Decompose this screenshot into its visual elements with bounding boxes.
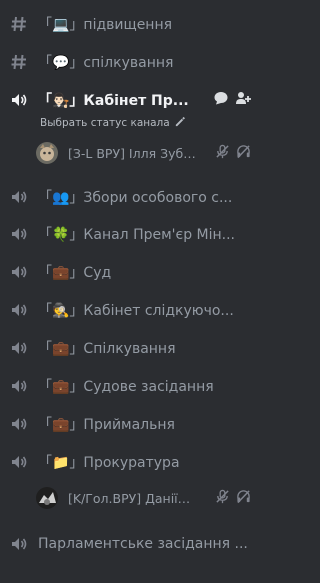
channel-label: Парламентське засідання ... — [38, 536, 248, 552]
channel-label: 「💼」Суд — [38, 265, 112, 281]
channel-item-pryimalnia[interactable]: 「💼」Приймальня — [0, 410, 261, 438]
text-channel-hash-icon — [10, 15, 28, 33]
voice-speaker-icon — [10, 225, 28, 243]
channel-label: 「💼」Приймальня — [38, 417, 175, 433]
voice-speaker-icon — [10, 188, 28, 206]
avatar — [36, 487, 58, 509]
deafened-headphones-icon — [236, 144, 251, 163]
channel-label: 「💻」підвищення — [38, 17, 173, 33]
channel-label: 「💼」Судове засідання — [38, 379, 214, 395]
channel-label: 「👥」Збори особового с... — [38, 190, 233, 206]
user-name: [З-L ВРУ] Ілля Зубов — [68, 145, 198, 161]
pencil-icon — [174, 116, 185, 130]
voice-speaker-icon — [10, 339, 28, 357]
channel-label: 「💼」Спілкування — [38, 341, 176, 357]
text-channel-hash-icon — [10, 53, 28, 71]
invite-user-icon[interactable] — [235, 90, 251, 110]
chat-bubble-icon[interactable] — [213, 90, 229, 110]
muted-mic-icon — [215, 489, 230, 508]
user-name: [K/Гол.ВРУ] Даніїл ... — [68, 490, 198, 506]
status-text: Выбрать статус канала — [40, 117, 170, 129]
channel-item-spilkuvannia-text[interactable]: 「💬」спілкування — [0, 48, 261, 76]
voice-user-daniil[interactable]: [K/Гол.ВРУ] Даніїл ... — [0, 484, 261, 512]
voice-speaker-icon — [10, 415, 28, 433]
channel-item-pidvyshchennia[interactable]: 「💻」підвищення — [0, 10, 261, 38]
channel-status-button[interactable]: Выбрать статус канала — [40, 115, 185, 131]
voice-speaker-icon — [10, 377, 28, 395]
voice-user-zubov[interactable]: [З-L ВРУ] Ілля Зубов — [0, 139, 261, 167]
channel-item-parlamentske[interactable]: Парламентське засідання ... — [0, 530, 261, 558]
channel-item-sud[interactable]: 「💼」Суд — [0, 258, 261, 286]
channel-label: 「🕵️」Кабінет слідкуючо... — [38, 303, 234, 319]
channel-label: 「💬」спілкування — [38, 55, 174, 71]
channel-item-kabinet-slidkuiucho[interactable]: 「🕵️」Кабінет слідкуючо... — [0, 296, 261, 324]
channel-item-kabinet-pr-active[interactable]: 「👨🏻‍⚖️」Кабінет Пр... — [0, 86, 261, 114]
voice-speaker-icon — [10, 301, 28, 319]
channel-label: 「👨🏻‍⚖️」Кабінет Пр... — [38, 93, 189, 109]
channel-item-prokuratura[interactable]: 「📁」Прокуратура — [0, 448, 261, 476]
voice-speaker-icon — [10, 91, 28, 109]
channel-label: 「📁」Прокуратура — [38, 455, 180, 471]
channel-item-spilkuvannia-voice[interactable]: 「💼」Спілкування — [0, 334, 261, 362]
voice-speaker-icon — [10, 453, 28, 471]
deafened-headphones-icon — [236, 489, 251, 508]
channel-item-zbory[interactable]: 「👥」Збори особового с... — [0, 183, 261, 211]
voice-speaker-icon — [10, 263, 28, 281]
voice-speaker-icon — [10, 535, 28, 553]
channel-item-premier[interactable]: 「🍀」Канал Прем'єр Мін... — [0, 220, 261, 248]
channel-item-sudove-zasidannia[interactable]: 「💼」Судове засідання — [0, 372, 261, 400]
muted-mic-icon — [215, 144, 230, 163]
channel-label: 「🍀」Канал Прем'єр Мін... — [38, 227, 236, 243]
avatar — [36, 142, 58, 164]
